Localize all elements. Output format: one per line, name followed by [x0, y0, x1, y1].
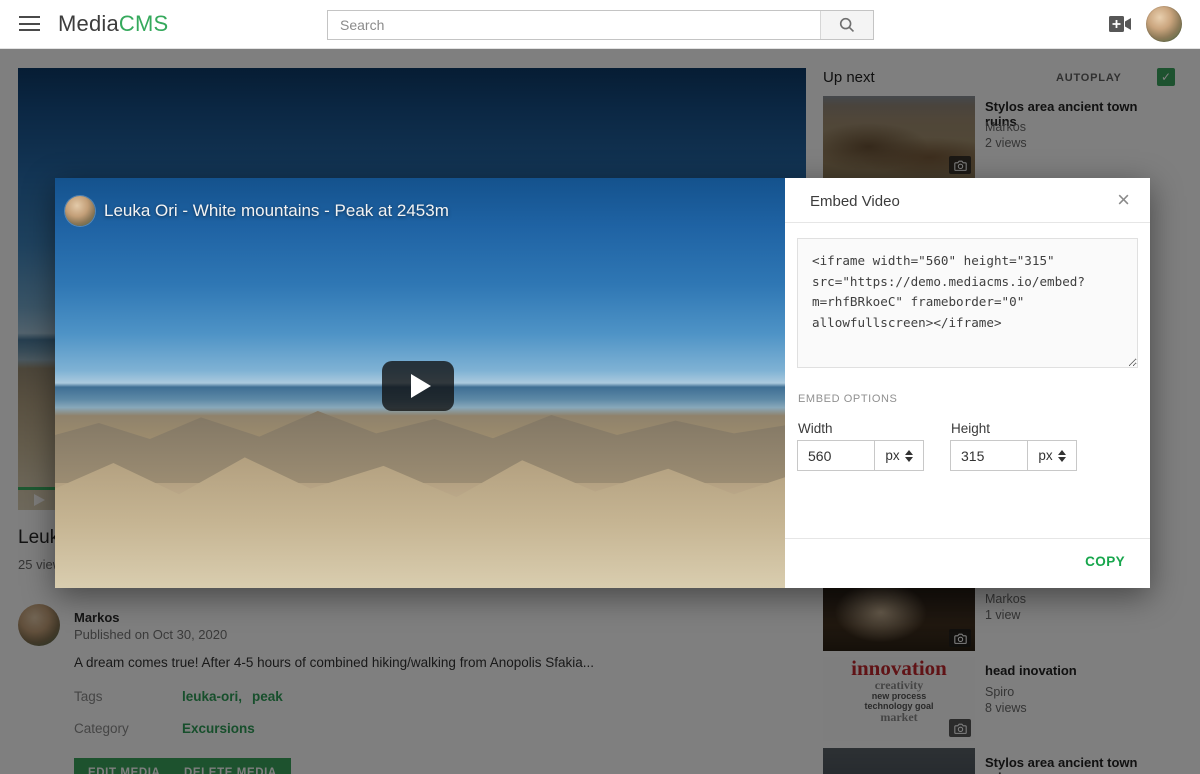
- height-input[interactable]: [950, 440, 1028, 471]
- width-input[interactable]: [797, 440, 875, 471]
- play-triangle-icon: [411, 374, 431, 398]
- preview-play-button[interactable]: [382, 361, 454, 411]
- embed-code-textarea[interactable]: <iframe width="560" height="315" src="ht…: [797, 238, 1138, 368]
- copy-button[interactable]: COPY: [1085, 554, 1125, 569]
- height-unit-select[interactable]: px: [1028, 440, 1077, 471]
- search-input[interactable]: [328, 11, 820, 39]
- width-unit-value: px: [885, 448, 899, 463]
- mediacms-app: Leuka Ori - White mountains - Peak at 24…: [0, 0, 1200, 774]
- mediacms-logo[interactable]: MediaCMS: [58, 11, 168, 37]
- preview-author-avatar[interactable]: [65, 196, 95, 226]
- hamburger-menu-icon[interactable]: [19, 16, 40, 32]
- embed-options-panel: Embed Video × <iframe width="560" height…: [785, 178, 1150, 588]
- height-label: Height: [951, 421, 990, 436]
- top-header: MediaCMS: [0, 0, 1200, 49]
- search-bar: [327, 10, 874, 40]
- mountain-ridge-far: [55, 403, 785, 483]
- width-label: Width: [798, 421, 833, 436]
- width-unit-select[interactable]: px: [875, 440, 924, 471]
- embed-video-modal: Leuka Ori - White mountains - Peak at 24…: [55, 178, 1150, 588]
- modal-footer: COPY: [785, 538, 1150, 588]
- width-field: px: [797, 440, 924, 471]
- height-field: px: [950, 440, 1077, 471]
- search-icon: [838, 16, 856, 34]
- modal-title: Embed Video: [810, 193, 900, 210]
- embed-preview-player[interactable]: Leuka Ori - White mountains - Peak at 24…: [55, 178, 785, 588]
- height-unit-value: px: [1038, 448, 1052, 463]
- embed-options-label: EMBED OPTIONS: [798, 393, 897, 405]
- search-button[interactable]: [820, 11, 873, 39]
- sort-arrows-icon: [1058, 450, 1066, 462]
- modal-header: Embed Video ×: [785, 178, 1150, 223]
- sort-arrows-icon: [905, 450, 913, 462]
- preview-video-title: Leuka Ori - White mountains - Peak at 24…: [104, 201, 449, 221]
- user-avatar[interactable]: [1146, 6, 1182, 42]
- close-icon[interactable]: ×: [1117, 188, 1130, 212]
- upload-media-icon[interactable]: [1108, 15, 1132, 33]
